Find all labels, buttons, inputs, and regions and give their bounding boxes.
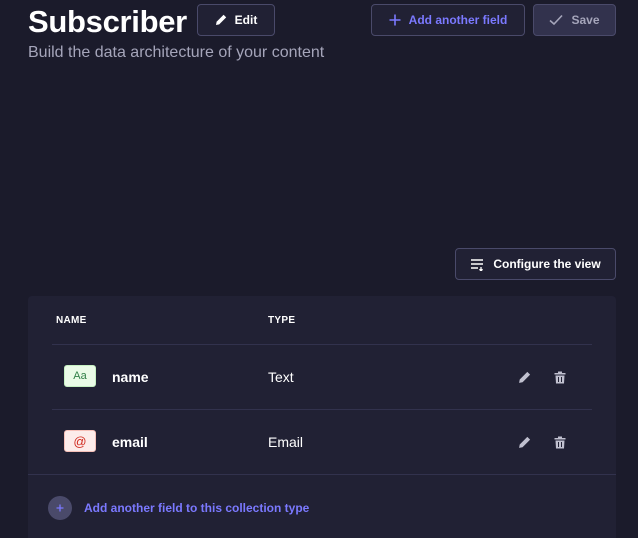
- delete-field-button[interactable]: [552, 369, 568, 385]
- table-footer-divider: [28, 474, 616, 475]
- email-type-badge: @: [64, 430, 96, 452]
- add-field-to-collection-button[interactable]: Add another field to this collection typ…: [48, 496, 309, 520]
- pencil-icon: [518, 436, 530, 448]
- plus-icon: [389, 14, 401, 26]
- add-another-field-label: Add another field: [408, 13, 508, 27]
- add-field-to-collection-label: Add another field to this collection typ…: [84, 501, 310, 515]
- edit-field-button[interactable]: [516, 434, 532, 450]
- save-button[interactable]: Save: [533, 4, 616, 36]
- column-header-type: TYPE: [268, 315, 296, 326]
- field-type: Email: [268, 434, 304, 450]
- plus-icon: [56, 504, 64, 512]
- table-row[interactable]: Aa name Text: [28, 345, 616, 409]
- fields-table: NAME TYPE Aa name Text @ email Email Add…: [28, 296, 616, 538]
- text-type-badge: Aa: [64, 365, 96, 387]
- page-subtitle: Build the data architecture of your cont…: [28, 44, 325, 61]
- configure-view-label: Configure the view: [493, 257, 601, 271]
- column-header-name: NAME: [56, 315, 87, 326]
- edit-field-button[interactable]: [516, 369, 532, 385]
- edit-button[interactable]: Edit: [197, 4, 275, 36]
- table-row[interactable]: @ email Email: [28, 410, 616, 474]
- edit-button-label: Edit: [234, 13, 258, 27]
- pencil-icon: [518, 371, 530, 383]
- field-type: Text: [268, 369, 294, 385]
- save-button-label: Save: [571, 13, 600, 27]
- field-name: email: [112, 434, 148, 450]
- add-another-field-button[interactable]: Add another field: [371, 4, 525, 36]
- pencil-icon: [215, 14, 226, 25]
- field-name: name: [112, 369, 149, 385]
- delete-field-button[interactable]: [552, 434, 568, 450]
- trash-icon: [554, 371, 566, 383]
- plus-circle-icon: [48, 496, 72, 520]
- list-settings-icon: [471, 258, 484, 271]
- page-title: Subscriber: [28, 4, 187, 39]
- configure-view-button[interactable]: Configure the view: [455, 248, 616, 280]
- trash-icon: [554, 436, 566, 448]
- check-icon: [549, 14, 564, 26]
